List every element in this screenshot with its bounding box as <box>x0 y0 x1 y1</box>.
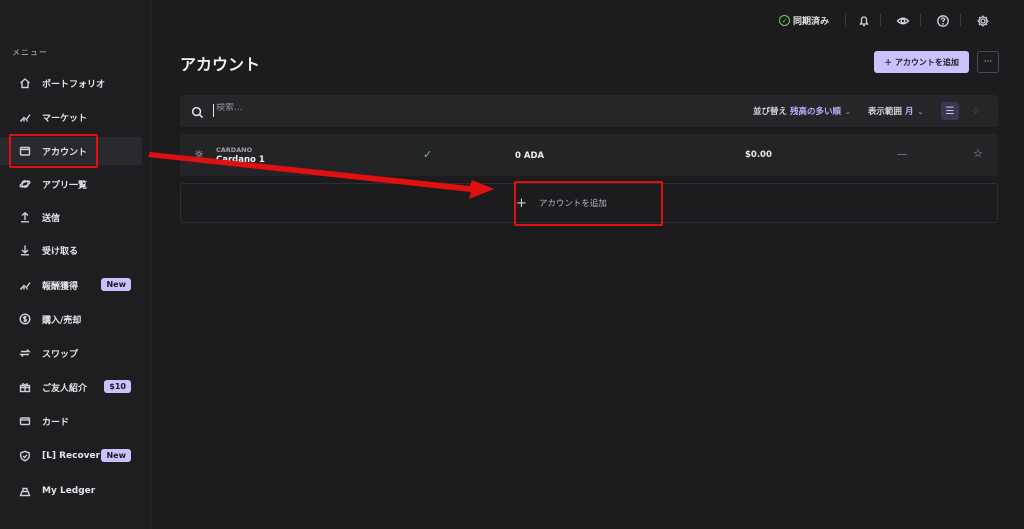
change-placeholder <box>897 154 907 155</box>
earn-icon <box>18 278 32 292</box>
cardano-icon: ☼ <box>194 148 204 161</box>
sort-label: 並び替え <box>753 107 788 117</box>
home-icon <box>18 76 32 90</box>
sidebar-item-portfolio[interactable]: ポートフォリオ <box>0 69 152 97</box>
sync-status[interactable]: ✓ 同期済み <box>779 14 829 27</box>
star-icon[interactable]: ☆ <box>973 147 983 160</box>
new-badge: New <box>101 449 131 462</box>
text-cursor <box>213 104 214 117</box>
account-row[interactable]: ☼ CARDANO Cardano 1 ✓ 0 ADA $0.00 ☆ <box>180 134 998 176</box>
sidebar-item-card[interactable]: カード <box>0 407 152 435</box>
list-view-icon[interactable]: ☰ <box>941 102 959 120</box>
highlight-box-sidebar <box>9 134 98 168</box>
topbar: ✓ 同期済み <box>152 0 1024 40</box>
sidebar-item-label: 報酬獲得 <box>42 281 79 292</box>
sidebar-item-recover[interactable]: [L] Recover New <box>0 442 152 470</box>
chart-icon <box>18 110 32 124</box>
sidebar-item-earn[interactable]: 報酬獲得 New <box>0 271 152 299</box>
chevron-down-icon: ⌄ <box>917 108 924 116</box>
sort-dropdown[interactable]: 並び替え 残高の多い順 ⌄ <box>753 105 851 117</box>
range-value: 月 <box>905 107 914 117</box>
sidebar-item-label: 購入/売却 <box>42 315 82 326</box>
swap-icon <box>18 346 32 360</box>
new-badge: New <box>101 278 131 291</box>
send-icon <box>18 210 32 224</box>
settings-gear-icon[interactable] <box>976 13 990 27</box>
search-icon <box>191 104 205 119</box>
sidebar-item-label: アプリ一覧 <box>42 180 88 191</box>
sidebar-item-label: 送信 <box>42 213 61 224</box>
chevron-down-icon: ⌄ <box>845 108 851 116</box>
bell-icon[interactable] <box>857 13 871 27</box>
eye-icon[interactable] <box>896 13 910 27</box>
help-icon[interactable] <box>936 13 950 27</box>
sidebar: メニュー ポートフォリオ マーケット アカウント アプリ一覧 送信 受け取る 報… <box>0 0 152 529</box>
card-icon <box>18 414 32 428</box>
currency-label: CARDANO <box>216 146 253 154</box>
sidebar-item-receive[interactable]: 受け取る <box>0 236 152 264</box>
search-input[interactable] <box>216 103 516 113</box>
range-label: 表示範囲 <box>868 107 903 117</box>
menu-title: メニュー <box>12 48 48 57</box>
annotation-arrow <box>148 152 494 199</box>
sidebar-item-apps[interactable]: アプリ一覧 <box>0 170 152 198</box>
sidebar-item-referral[interactable]: ご友人紹介 $10 <box>0 373 152 401</box>
sidebar-item-label: マーケット <box>42 113 88 124</box>
sidebar-item-label: 受け取る <box>42 246 79 257</box>
sidebar-item-label: ポートフォリオ <box>42 79 106 90</box>
divider <box>960 14 961 26</box>
referral-badge: $10 <box>104 380 131 393</box>
fiat-value: $0.00 <box>745 150 772 160</box>
sidebar-item-label: My Ledger <box>42 486 96 496</box>
sync-label: 同期済み <box>793 17 830 27</box>
sidebar-item-label: スワップ <box>42 349 79 360</box>
divider <box>845 14 846 26</box>
highlight-box-add-account <box>514 181 663 226</box>
planet-icon <box>18 177 32 191</box>
range-dropdown[interactable]: 表示範囲月 ⌄ <box>868 105 923 117</box>
synced-check-icon: ✓ <box>423 148 433 161</box>
sidebar-item-swap[interactable]: スワップ <box>0 339 152 367</box>
ledger-icon <box>18 484 32 498</box>
more-options-button[interactable]: ··· <box>977 51 999 73</box>
sidebar-item-send[interactable]: 送信 <box>0 203 152 231</box>
shield-icon <box>18 449 32 463</box>
sidebar-item-label: カード <box>42 417 70 428</box>
gift-icon <box>18 380 32 394</box>
sidebar-item-buy-sell[interactable]: 購入/売却 <box>0 305 152 333</box>
sidebar-item-label: ご友人紹介 <box>42 383 88 394</box>
coin-icon <box>18 312 32 326</box>
sidebar-item-label: [L] Recover <box>42 451 101 461</box>
divider <box>880 14 881 26</box>
grid-view-icon[interactable]: ⁘ <box>967 102 985 120</box>
sort-value: 残高の多い順 <box>790 107 842 117</box>
sidebar-item-my-ledger[interactable]: My Ledger <box>0 477 152 505</box>
divider <box>920 14 921 26</box>
account-balance: 0 ADA <box>515 151 545 161</box>
receive-icon <box>18 243 32 257</box>
add-account-button[interactable]: ＋ アカウントを追加 <box>874 51 969 73</box>
sidebar-item-market[interactable]: マーケット <box>0 103 152 131</box>
sync-check-icon: ✓ <box>779 15 790 26</box>
account-name: Cardano 1 <box>216 155 265 165</box>
search-toolbar: 並び替え残高の多い順⌄ 表示範囲月⌄ ☰ ⁘ <box>180 95 998 127</box>
page-title: アカウント <box>180 55 261 74</box>
